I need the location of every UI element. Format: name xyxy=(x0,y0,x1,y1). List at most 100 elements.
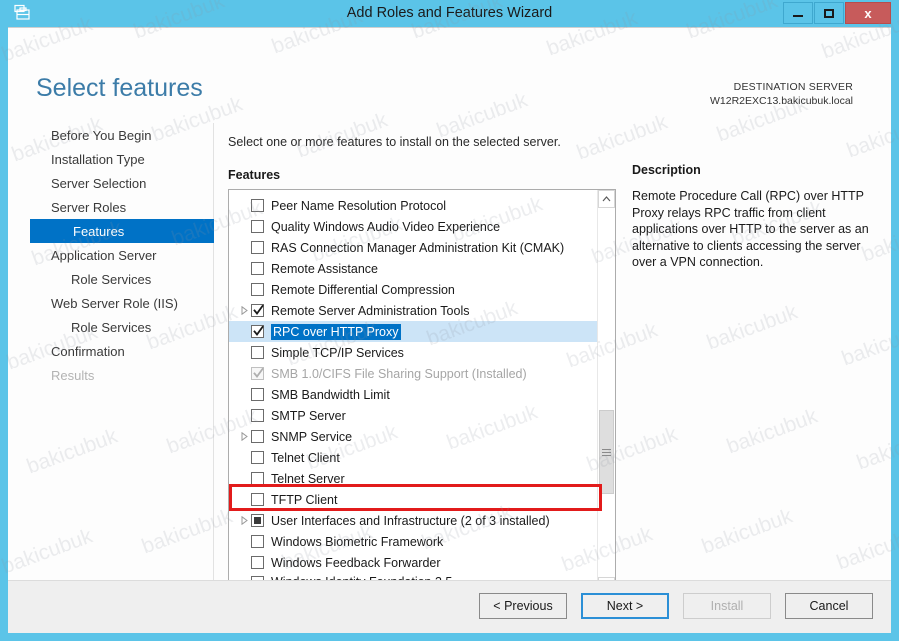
description-panel: Description Remote Procedure Call (RPC) … xyxy=(632,163,882,271)
footer-button-row: < Previous Next > Install Cancel xyxy=(479,593,873,619)
title-bar: Add Roles and Features Wizard x xyxy=(8,0,891,27)
window-controls: x xyxy=(782,2,891,24)
feature-label: SNMP Service xyxy=(271,429,353,444)
sidebar-item-label: Confirmation xyxy=(51,343,125,359)
feature-row[interactable]: Remote Server Administration Tools xyxy=(229,300,597,321)
feature-checkbox[interactable] xyxy=(251,325,264,338)
feature-row[interactable]: Windows Feedback Forwarder xyxy=(229,552,597,573)
feature-checkbox[interactable] xyxy=(251,220,264,233)
feature-row[interactable]: Peer Name Resolution Protocol xyxy=(229,195,597,216)
scrollbar-thumb[interactable] xyxy=(599,410,614,494)
sidebar-item-installation-type[interactable]: Installation Type xyxy=(8,147,213,171)
features-scrollbar[interactable] xyxy=(597,190,615,595)
wizard-step-nav: Before You Begin Installation Type Server … xyxy=(8,123,214,580)
features-list-box[interactable]: Peer Name Resolution Protocol Quality Win… xyxy=(228,189,616,596)
feature-row[interactable]: SMB 1.0/CIFS File Sharing Support (Insta… xyxy=(229,363,597,384)
feature-row[interactable]: RPC over HTTP Proxy xyxy=(229,321,597,342)
sidebar-item-server-selection[interactable]: Server Selection xyxy=(8,171,213,195)
feature-checkbox[interactable] xyxy=(251,199,264,212)
feature-row[interactable]: Windows Biometric Framework xyxy=(229,531,597,552)
feature-label: Telnet Server xyxy=(271,471,345,486)
sidebar-item-label: Before You Begin xyxy=(51,127,152,143)
feature-row[interactable]: Telnet Server xyxy=(229,468,597,489)
sidebar-item-label: Results xyxy=(51,367,95,383)
features-list: Peer Name Resolution Protocol Quality Win… xyxy=(229,190,597,595)
next-button[interactable]: Next > xyxy=(581,593,669,619)
destination-server-label: DESTINATION SERVER xyxy=(733,81,853,93)
feature-row[interactable]: Remote Assistance xyxy=(229,258,597,279)
server-wizard-icon xyxy=(10,2,36,26)
feature-row[interactable]: SMB Bandwidth Limit xyxy=(229,384,597,405)
feature-row[interactable]: Telnet Client xyxy=(229,447,597,468)
feature-checkbox[interactable] xyxy=(251,430,264,443)
feature-row[interactable]: SMTP Server xyxy=(229,405,597,426)
wizard-footer: < Previous Next > Install Cancel xyxy=(8,580,891,633)
instruction-text: Select one or more features to install o… xyxy=(228,135,561,149)
sidebar-item-before-you-begin[interactable]: Before You Begin xyxy=(8,123,213,147)
feature-label: SMTP Server xyxy=(271,408,346,423)
description-title: Description xyxy=(632,163,701,177)
feature-label: Quality Windows Audio Video Experience xyxy=(271,219,501,234)
sidebar-item-label: Role Services xyxy=(71,271,152,287)
sidebar-item-results[interactable]: Results xyxy=(8,363,213,387)
feature-label: RAS Connection Manager Administration Ki… xyxy=(271,240,565,255)
features-section-label: Features xyxy=(228,168,281,182)
feature-checkbox[interactable] xyxy=(251,262,264,275)
cancel-button[interactable]: Cancel xyxy=(785,593,873,619)
wizard-window: Add Roles and Features Wizard x Select f… xyxy=(0,0,899,641)
feature-checkbox[interactable] xyxy=(251,493,264,506)
scroll-up-arrow-icon[interactable] xyxy=(598,190,615,208)
feature-checkbox[interactable] xyxy=(251,409,264,422)
expand-arrow-icon[interactable] xyxy=(237,516,251,525)
minimize-icon xyxy=(793,15,803,17)
sidebar-item-web-server-role-iis[interactable]: Web Server Role (IIS) xyxy=(8,291,213,315)
sidebar-item-role-services[interactable]: Role Services xyxy=(8,315,213,339)
sidebar-item-confirmation[interactable]: Confirmation xyxy=(8,339,213,363)
feature-row[interactable]: RAS Connection Manager Administration Ki… xyxy=(229,237,597,258)
sidebar-item-application-server[interactable]: Application Server xyxy=(8,243,213,267)
wizard-body: Before You Begin Installation Type Server … xyxy=(8,123,891,596)
expand-arrow-icon[interactable] xyxy=(237,432,251,441)
close-button[interactable]: x xyxy=(845,2,891,24)
feature-checkbox[interactable] xyxy=(251,241,264,254)
feature-label: Simple TCP/IP Services xyxy=(271,345,404,360)
sidebar-item-role-services[interactable]: Role Services xyxy=(8,267,213,291)
feature-checkbox xyxy=(251,367,264,380)
feature-label: Remote Differential Compression xyxy=(271,282,455,297)
feature-row[interactable]: TFTP Client xyxy=(229,489,597,510)
feature-checkbox[interactable] xyxy=(251,388,264,401)
sidebar-item-label: Role Services xyxy=(71,319,152,335)
feature-checkbox[interactable] xyxy=(251,514,264,527)
expand-arrow-icon[interactable] xyxy=(237,306,251,315)
sidebar-item-server-roles[interactable]: Server Roles xyxy=(8,195,213,219)
sidebar-item-label: Web Server Role (IIS) xyxy=(51,295,178,311)
feature-checkbox[interactable] xyxy=(251,556,264,569)
feature-row[interactable]: Quality Windows Audio Video Experience xyxy=(229,216,597,237)
feature-checkbox[interactable] xyxy=(251,472,264,485)
feature-label: Windows Biometric Framework xyxy=(271,534,444,549)
feature-label: Peer Name Resolution Protocol xyxy=(271,198,447,213)
feature-checkbox[interactable] xyxy=(251,451,264,464)
feature-checkbox[interactable] xyxy=(251,283,264,296)
main-panel: Select one or more features to install o… xyxy=(214,123,891,596)
install-button: Install xyxy=(683,593,771,619)
feature-checkbox[interactable] xyxy=(251,304,264,317)
feature-row[interactable]: User Interfaces and Infrastructure (2 of… xyxy=(229,510,597,531)
feature-row[interactable]: Remote Differential Compression xyxy=(229,279,597,300)
feature-checkbox[interactable] xyxy=(251,346,264,359)
maximize-button[interactable] xyxy=(814,2,844,24)
feature-label: SMB Bandwidth Limit xyxy=(271,387,390,402)
minimize-button[interactable] xyxy=(783,2,813,24)
partial-check-icon xyxy=(254,517,261,524)
feature-row[interactable]: Simple TCP/IP Services xyxy=(229,342,597,363)
previous-button[interactable]: < Previous xyxy=(479,593,567,619)
feature-label: SMB 1.0/CIFS File Sharing Support (Insta… xyxy=(271,366,527,381)
feature-label: Remote Server Administration Tools xyxy=(271,303,470,318)
page-title: Select features xyxy=(36,74,203,102)
feature-label: RPC over HTTP Proxy xyxy=(271,323,401,340)
feature-label: Telnet Client xyxy=(271,450,340,465)
feature-row[interactable]: SNMP Service xyxy=(229,426,597,447)
sidebar-item-features[interactable]: Features xyxy=(30,219,214,243)
feature-checkbox[interactable] xyxy=(251,535,264,548)
feature-label: Windows Feedback Forwarder xyxy=(271,555,441,570)
